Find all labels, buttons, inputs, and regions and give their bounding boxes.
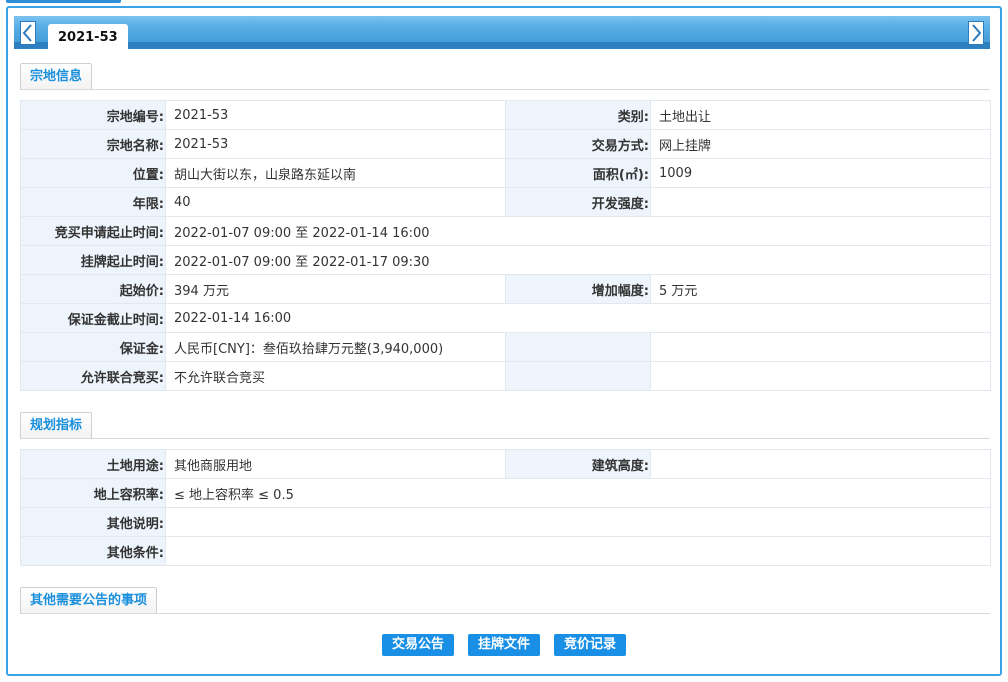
chevron-left-icon <box>22 24 32 42</box>
section-header-basic: 宗地信息 <box>20 63 990 90</box>
field-value: 2022-01-14 16:00 <box>165 303 991 333</box>
field-value: 网上挂牌 <box>650 129 991 159</box>
field-value: 2022-01-07 09:00 至 2022-01-14 16:00 <box>165 216 991 246</box>
field-value: 394 万元 <box>165 274 506 304</box>
field-label: 交易方式: <box>505 129 651 159</box>
field-value: 5 万元 <box>650 274 991 304</box>
table-row: 宗地名称: 2021-53 交易方式: 网上挂牌 <box>20 129 991 159</box>
table-row: 竞买申请起止时间: 2022-01-07 09:00 至 2022-01-14 … <box>20 216 991 246</box>
table-row: 年限: 40 开发强度: <box>20 187 991 217</box>
prev-tab-button[interactable] <box>20 21 36 45</box>
listing-files-button[interactable]: 挂牌文件 <box>467 634 540 656</box>
field-label: 挂牌起止时间: <box>20 245 166 275</box>
table-row: 位置: 胡山大街以东，山泉路东延以南 面积(㎡): 1009 <box>20 158 991 188</box>
tab-2021-53[interactable]: 2021-53 <box>48 24 128 49</box>
table-row: 宗地编号: 2021-53 类别: 土地出让 <box>20 100 991 130</box>
basic-info-table: 宗地编号: 2021-53 类别: 土地出让 宗地名称: 2021-53 交易方… <box>20 100 991 391</box>
trade-notice-button[interactable]: 交易公告 <box>381 634 454 656</box>
field-value: 不允许联合竞买 <box>165 361 506 391</box>
table-row: 其他条件: <box>20 536 991 566</box>
table-row: 土地用途: 其他商服用地 建筑高度: <box>20 449 991 479</box>
field-value: 胡山大街以东，山泉路东延以南 <box>165 158 506 188</box>
field-value: 2021-53 <box>165 129 506 159</box>
field-value <box>165 507 991 537</box>
table-row: 起始价: 394 万元 增加幅度: 5 万元 <box>20 274 991 304</box>
section-header-planning: 规划指标 <box>20 412 990 439</box>
table-row: 地上容积率: ≤ 地上容积率 ≤ 0.5 <box>20 478 991 508</box>
field-label: 允许联合竞买: <box>20 361 166 391</box>
bid-records-button[interactable]: 竞价记录 <box>554 634 627 656</box>
field-label: 地上容积率: <box>20 478 166 508</box>
field-label: 开发强度: <box>505 187 651 217</box>
field-label: 竞买申请起止时间: <box>20 216 166 246</box>
field-label: 类别: <box>505 100 651 130</box>
tab-bar: 2021-53 <box>14 16 990 49</box>
field-value: 2021-53 <box>165 100 506 130</box>
field-value: ≤ 地上容积率 ≤ 0.5 <box>165 478 991 508</box>
field-label: 宗地编号: <box>20 100 166 130</box>
table-row: 挂牌起止时间: 2022-01-07 09:00 至 2022-01-17 09… <box>20 245 991 275</box>
tab-bar-stripe <box>14 42 990 49</box>
field-label <box>505 332 651 362</box>
section-title-basic: 宗地信息 <box>20 63 93 89</box>
field-value: 人民币[CNY]：叁佰玖拾肆万元整(3,940,000) <box>165 332 506 362</box>
table-row: 保证金截止时间: 2022-01-14 16:00 <box>20 303 991 333</box>
section-header-other: 其他需要公告的事项 <box>20 587 990 614</box>
field-label: 位置: <box>20 158 166 188</box>
field-label: 建筑高度: <box>505 449 651 479</box>
chevron-right-icon <box>972 24 982 42</box>
field-value: 土地出让 <box>650 100 991 130</box>
next-tab-button[interactable] <box>968 21 984 45</box>
field-label: 其他条件: <box>20 536 166 566</box>
field-value <box>650 187 991 217</box>
field-value <box>165 536 991 566</box>
field-label: 其他说明: <box>20 507 166 537</box>
field-value: 2022-01-07 09:00 至 2022-01-17 09:30 <box>165 245 991 275</box>
title-remnant <box>6 0 121 3</box>
field-label <box>505 361 651 391</box>
field-label: 起始价: <box>20 274 166 304</box>
field-value: 其他商服用地 <box>165 449 506 479</box>
field-label: 面积(㎡): <box>505 158 651 188</box>
field-label: 增加幅度: <box>505 274 651 304</box>
section-title-other: 其他需要公告的事项 <box>20 587 158 613</box>
planning-table: 土地用途: 其他商服用地 建筑高度: 地上容积率: ≤ 地上容积率 ≤ 0.5 … <box>20 449 991 566</box>
field-value: 40 <box>165 187 506 217</box>
field-value <box>650 449 991 479</box>
field-label: 宗地名称: <box>20 129 166 159</box>
section-title-planning: 规划指标 <box>20 412 93 438</box>
field-label: 土地用途: <box>20 449 166 479</box>
field-value: 1009 <box>650 158 991 188</box>
field-value <box>650 332 991 362</box>
field-value <box>650 361 991 391</box>
table-row: 其他说明: <box>20 507 991 537</box>
field-label: 保证金: <box>20 332 166 362</box>
field-label: 年限: <box>20 187 166 217</box>
table-row: 保证金: 人民币[CNY]：叁佰玖拾肆万元整(3,940,000) <box>20 332 991 362</box>
field-label: 保证金截止时间: <box>20 303 166 333</box>
action-buttons: 交易公告 挂牌文件 竞价记录 <box>0 634 1008 656</box>
table-row: 允许联合竞买: 不允许联合竞买 <box>20 361 991 391</box>
